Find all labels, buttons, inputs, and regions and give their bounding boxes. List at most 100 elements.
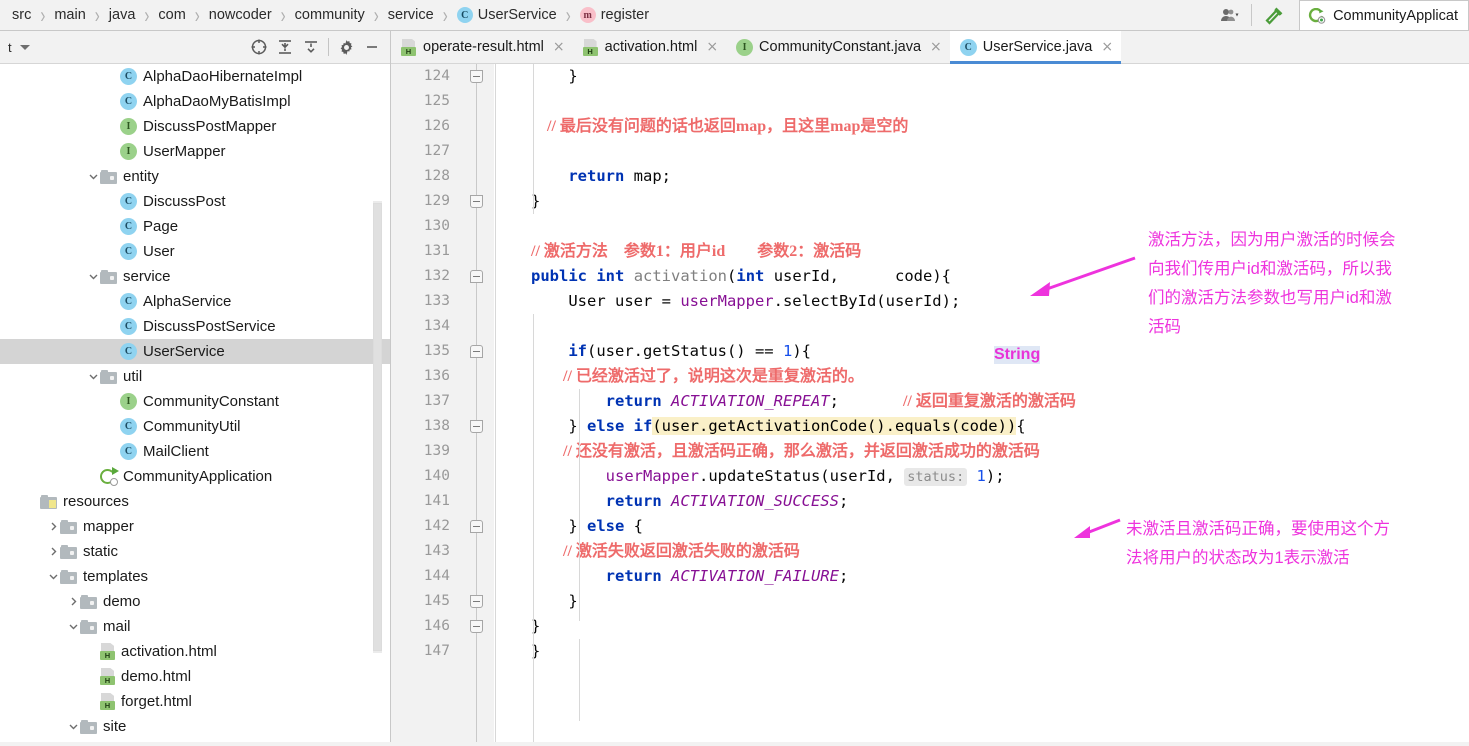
- breadcrumb-item-register[interactable]: m register: [578, 7, 651, 23]
- line-number: 144: [423, 568, 450, 584]
- code-line-139: // 还没有激活，且激活码正确，那么激活，并返回激活成功的激活码: [531, 443, 1040, 460]
- tree-item-mapper[interactable]: mapper: [0, 514, 391, 539]
- fold-marker[interactable]: [470, 620, 483, 633]
- tree-item-communityutil[interactable]: C CommunityUtil: [0, 414, 391, 439]
- chevron-down-icon[interactable]: [46, 564, 60, 589]
- breadcrumb-item-src[interactable]: src: [10, 7, 33, 23]
- tree-item-site[interactable]: site: [0, 714, 391, 739]
- breadcrumb-item-nowcoder[interactable]: nowcoder: [207, 7, 274, 23]
- fold-marker[interactable]: [470, 420, 483, 433]
- tree-item-alphadaomybatisimpl[interactable]: C AlphaDaoMyBatisImpl: [0, 89, 391, 114]
- tree-item-forget-html[interactable]: Hforget.html: [0, 689, 391, 714]
- project-view-dropdown[interactable]: [12, 34, 38, 60]
- editor-tab-operate-result-html[interactable]: Hoperate-result.html ×: [391, 31, 573, 63]
- tree-item-user[interactable]: C User: [0, 239, 391, 264]
- hide-tool-window-button[interactable]: [359, 34, 385, 60]
- project-tree[interactable]: C AlphaDaoHibernateImpl C AlphaDaoMyBatisIm…: [0, 64, 391, 746]
- code-content[interactable]: } // 最后没有问题的话也返回map，且这里map是空的 return map…: [494, 64, 1469, 746]
- chevron-down-icon[interactable]: [66, 614, 80, 639]
- tree-item-discusspost[interactable]: C DiscussPost: [0, 189, 391, 214]
- editor-tab-activation-html[interactable]: Hactivation.html ×: [572, 31, 727, 63]
- editor-tab-communityconstant-java[interactable]: I CommunityConstant.java ×: [726, 31, 950, 63]
- fold-marker[interactable]: [470, 270, 483, 283]
- tree-item-userservice[interactable]: C UserService: [0, 339, 391, 364]
- breadcrumb-item-main[interactable]: main: [52, 7, 87, 23]
- settings-button[interactable]: [333, 34, 359, 60]
- folder-icon: [100, 169, 117, 184]
- tree-item-static[interactable]: static: [0, 539, 391, 564]
- tree-item-activation-html[interactable]: Hactivation.html: [0, 639, 391, 664]
- project-toolbar: t: [0, 31, 391, 64]
- java-class-icon: C: [120, 418, 137, 435]
- tree-item-label: resources: [63, 493, 129, 510]
- fold-marker[interactable]: [470, 70, 483, 83]
- tree-item-label: CommunityUtil: [143, 418, 241, 435]
- method-badge-icon: m: [579, 7, 596, 23]
- close-icon[interactable]: ×: [706, 40, 718, 54]
- close-icon[interactable]: ×: [1101, 40, 1113, 54]
- tree-item-label: AlphaDaoMyBatisImpl: [143, 93, 291, 110]
- line-number: 136: [423, 368, 450, 384]
- tree-item-mailclient[interactable]: C MailClient: [0, 439, 391, 464]
- scroll-from-source-button[interactable]: [246, 34, 272, 60]
- editor-tab-userservice-java[interactable]: C UserService.java ×: [949, 31, 1122, 64]
- line-number: 139: [423, 443, 450, 459]
- tree-item-label: MailClient: [143, 443, 209, 460]
- tree-item-templates[interactable]: templates: [0, 564, 391, 589]
- user-settings-button[interactable]: [1212, 0, 1248, 30]
- code-line-147: }: [531, 642, 541, 660]
- editor-area: Hoperate-result.html × Hactivation.html × I C…: [391, 31, 1469, 746]
- tree-item-demo-html[interactable]: Hdemo.html: [0, 664, 391, 689]
- breadcrumb-separator-icon: ›: [565, 2, 571, 28]
- breadcrumb-item-community[interactable]: community: [293, 7, 367, 23]
- tree-item-alphadaohibernateimpl[interactable]: C AlphaDaoHibernateImpl: [0, 64, 391, 89]
- editor-tab-label: CommunityConstant.java: [759, 39, 922, 55]
- tree-item-communityapplication[interactable]: CommunityApplication: [0, 464, 391, 489]
- tree-item-demo[interactable]: demo: [0, 589, 391, 614]
- tree-item-entity[interactable]: entity: [0, 164, 391, 189]
- run-configuration-selector[interactable]: CommunityApplicat: [1299, 0, 1469, 30]
- chevron-down-icon[interactable]: [86, 264, 100, 289]
- tree-item-util[interactable]: util: [0, 364, 391, 389]
- tree-item-discusspostmapper[interactable]: I DiscussPostMapper: [0, 114, 391, 139]
- tree-item-label: Page: [143, 218, 179, 235]
- chevron-down-icon[interactable]: [66, 714, 80, 739]
- editor-gutter[interactable]: 124 125 126 127 128 129 130 131 132 133 134 135 136 1…: [391, 64, 494, 746]
- code-line-128: return map;: [568, 167, 671, 185]
- code-editor[interactable]: 124 125 126 127 128 129 130 131 132 133 134 135 136 1…: [391, 64, 1469, 746]
- tree-item-discusspostservice[interactable]: C DiscussPostService: [0, 314, 391, 339]
- collapse-all-button[interactable]: [298, 34, 324, 60]
- tree-item-page[interactable]: C Page: [0, 214, 391, 239]
- close-icon[interactable]: ×: [553, 40, 565, 54]
- close-icon[interactable]: ×: [930, 40, 942, 54]
- build-project-button[interactable]: [1255, 0, 1293, 30]
- tree-item-service[interactable]: service: [0, 264, 391, 289]
- tree-item-label: demo: [103, 593, 141, 610]
- tree-item-resources[interactable]: resources: [0, 489, 391, 514]
- breadcrumb-item-userservice[interactable]: C UserService: [455, 7, 559, 23]
- tree-item-mail[interactable]: mail: [0, 614, 391, 639]
- tree-item-usermapper[interactable]: I UserMapper: [0, 139, 391, 164]
- chevron-down-icon[interactable]: [86, 364, 100, 389]
- tree-no-toggle: [106, 139, 120, 164]
- chevron-down-icon[interactable]: [86, 164, 100, 189]
- tree-item-alphaservice[interactable]: C AlphaService: [0, 289, 391, 314]
- chevron-right-icon[interactable]: [66, 589, 80, 614]
- fold-marker[interactable]: [470, 345, 483, 358]
- code-line-140: userMapper.updateStatus(userId, status: …: [605, 467, 1005, 486]
- chevron-right-icon[interactable]: [46, 514, 60, 539]
- html-file-icon: H: [100, 693, 116, 710]
- fold-marker[interactable]: [470, 195, 483, 208]
- tree-item-label: activation.html: [121, 643, 217, 660]
- fold-marker[interactable]: [470, 595, 483, 608]
- expand-all-button[interactable]: [272, 34, 298, 60]
- chevron-right-icon[interactable]: [46, 539, 60, 564]
- breadcrumb-item-com[interactable]: com: [156, 7, 187, 23]
- breadcrumb-item-java[interactable]: java: [107, 7, 138, 23]
- project-scrollbar-thumb[interactable]: [373, 203, 382, 651]
- editor-tab-bar[interactable]: Hoperate-result.html × Hactivation.html × I C…: [391, 31, 1469, 64]
- tree-item-communityconstant[interactable]: I CommunityConstant: [0, 389, 391, 414]
- breadcrumb-item-service[interactable]: service: [386, 7, 436, 23]
- fold-marker[interactable]: [470, 520, 483, 533]
